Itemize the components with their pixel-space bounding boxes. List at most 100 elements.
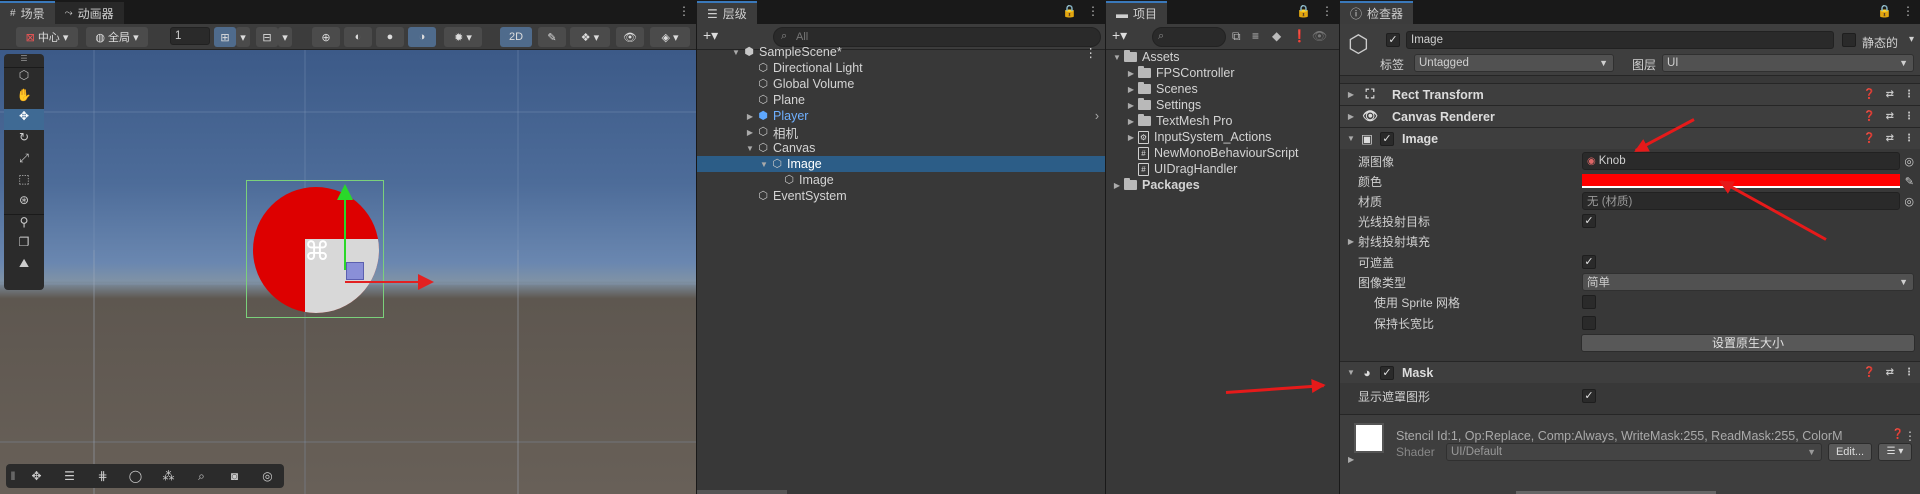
object-picker-icon[interactable]: ◎ <box>1904 155 1914 168</box>
nodes-icon[interactable]: ⁂ <box>152 469 185 483</box>
more-icon[interactable]: ⋮ <box>1904 429 1916 443</box>
expand-icon[interactable]: ▶ <box>1346 90 1356 99</box>
component-canvas-renderer[interactable]: ▶ 👁 Canvas Renderer ❓ ⇄ ⋮ <box>1340 105 1920 127</box>
view-cube-icon[interactable]: ⬡ <box>4 68 44 88</box>
project-row[interactable]: ▶ TextMesh Pro <box>1106 113 1339 129</box>
add-dropdown[interactable]: +▾ <box>703 27 718 44</box>
tab-scene[interactable]: # 场景 <box>0 1 55 24</box>
image-type-dropdown[interactable]: 简单 ▼ <box>1582 273 1914 291</box>
collapse-icon[interactable]: ▼ <box>731 48 741 57</box>
lock-icon[interactable]: 🔒 <box>1062 4 1077 18</box>
image-enabled-checkbox[interactable]: ✓ <box>1380 131 1394 146</box>
expand-icon[interactable]: ▶ <box>745 112 755 121</box>
expand-icon[interactable]: ▶ <box>1126 117 1136 126</box>
mode-2d-toggle[interactable]: 2D <box>500 27 532 47</box>
more-icon[interactable]: ⋮ <box>1904 367 1914 378</box>
layers-dropdown[interactable]: ◈ ▾ <box>650 27 690 47</box>
tag-icon[interactable]: ◆ <box>1272 29 1281 43</box>
camera-icon[interactable]: ◙ <box>218 469 251 483</box>
filter-type-icon[interactable]: ⧉ <box>1232 29 1241 44</box>
help-icon[interactable]: ❓ <box>1863 89 1875 100</box>
hierarchy-row[interactable]: ▶ ⬡ 相机 <box>697 124 1105 141</box>
object-name-field[interactable]: Image <box>1406 31 1834 49</box>
help-icon[interactable]: ❓ <box>1863 111 1875 122</box>
chevron-right-icon[interactable]: › <box>1095 109 1099 123</box>
hand-tool-icon[interactable]: ✋ <box>4 88 44 109</box>
help-icon[interactable]: ❓ <box>1863 367 1875 378</box>
align-icon[interactable]: ☰ <box>53 469 86 483</box>
eye-icon[interactable]: 👁 <box>1312 29 1327 43</box>
help-icon[interactable]: ❓ <box>1863 133 1875 144</box>
project-row[interactable]: ▶ Scenes <box>1106 81 1339 97</box>
project-row[interactable]: # NewMonoBehaviourScript <box>1106 145 1339 161</box>
component-rect-transform[interactable]: ▶ ⛶ Rect Transform ❓ ⇄ ⋮ <box>1340 83 1920 105</box>
set-native-size-button[interactable]: 设置原生大小 <box>1581 334 1915 352</box>
x-axis-handle[interactable] <box>345 281 419 283</box>
collapse-icon[interactable]: ▼ <box>745 144 755 153</box>
more-icon[interactable]: ⋮ <box>678 4 690 18</box>
hierarchy-row[interactable]: ⬡ Image <box>697 172 1105 188</box>
debug-dropdown[interactable]: ✹ ▾ <box>444 27 482 47</box>
prop-raycast-padding[interactable]: ▶ 射线投射填充 <box>1340 231 1920 251</box>
shading-shaded-button[interactable]: ● <box>376 27 404 47</box>
terrain-tool-icon[interactable]: ⛰ <box>4 256 44 277</box>
collapse-icon[interactable]: ▼ <box>759 160 769 169</box>
y-axis-handle[interactable] <box>344 192 346 270</box>
component-mask[interactable]: ▼ ◕ ✓ Mask ❓ ⇄ ⋮ <box>1340 361 1920 383</box>
expand-icon[interactable]: ▶ <box>1346 112 1356 121</box>
hierarchy-scrollbar[interactable] <box>697 490 787 494</box>
presets-icon[interactable]: ⇄ <box>1886 89 1894 100</box>
scene-viewport[interactable]: ⌘ ☰ ⬡ ✋ ✥ ↻ ⤢ ⬚ ⊛ ⚲ ❐ ⛰ ‖ ✥ ☰ ⋕ ◯ ⁂ ⌕ ◙ … <box>0 50 696 494</box>
tab-animator[interactable]: ⤳ 动画器 <box>54 2 124 24</box>
presets-icon[interactable]: ⇄ <box>1886 133 1894 144</box>
move-tool-icon[interactable]: ✥ <box>4 109 44 130</box>
collapse-icon[interactable]: ▼ <box>1346 368 1356 377</box>
more-icon[interactable]: ⋮ <box>1904 111 1914 122</box>
collapse-icon[interactable]: ▼ <box>1112 53 1122 62</box>
overlay-handle-icon[interactable]: ‖ <box>6 469 20 483</box>
transform-tool-icon[interactable]: ⊛ <box>4 193 44 214</box>
expand-icon[interactable]: ▶ <box>1126 69 1136 78</box>
expand-icon[interactable]: ▶ <box>1346 237 1356 246</box>
pivot-dropdown[interactable]: ⊠ 中心 ▾ <box>16 27 78 47</box>
hierarchy-row[interactable]: ▼ ⬡ Canvas <box>697 140 1105 156</box>
grid-snap-input[interactable]: 1 <box>170 27 210 45</box>
compass-icon[interactable]: ◎ <box>251 469 284 483</box>
filter-label-icon[interactable]: ≡ <box>1252 29 1259 43</box>
hierarchy-row[interactable]: ⬡ Global Volume <box>697 76 1105 92</box>
tab-inspector[interactable]: ⓘ 检查器 <box>1340 1 1414 24</box>
effects-dropdown[interactable]: ❖ ▾ <box>570 27 610 47</box>
hierarchy-row[interactable]: ⬡ Plane <box>697 92 1105 108</box>
tab-project[interactable]: ▬ 项目 <box>1106 1 1168 24</box>
snap-toggle[interactable]: ⊞ <box>214 27 236 47</box>
more-icon[interactable]: ⋮ <box>1085 45 1098 60</box>
rect-tool-icon[interactable]: ⬚ <box>4 172 44 193</box>
snap-grid-icon[interactable]: ⋕ <box>86 469 119 483</box>
mask-enabled-checkbox[interactable]: ✓ <box>1380 365 1394 380</box>
project-row[interactable]: ▶ Settings <box>1106 97 1339 113</box>
presets-icon[interactable]: ⇄ <box>1886 111 1894 122</box>
object-picker-icon[interactable]: ◎ <box>1904 195 1914 208</box>
use-sprite-mesh-checkbox[interactable] <box>1582 295 1596 309</box>
project-row-packages[interactable]: ▶ Packages <box>1106 177 1339 193</box>
shader-dropdown[interactable]: UI/Default ▼ <box>1446 443 1822 461</box>
static-checkbox[interactable] <box>1842 33 1856 47</box>
maskable-checkbox[interactable]: ✓ <box>1582 255 1596 269</box>
hierarchy-row[interactable]: ⬡ EventSystem <box>697 188 1105 204</box>
tag-dropdown[interactable]: Untagged ▼ <box>1414 54 1614 72</box>
tool-handle[interactable]: ☰ <box>4 54 44 68</box>
help-icon[interactable]: ❓ <box>1892 429 1904 440</box>
expand-icon[interactable]: ▶ <box>1348 455 1354 464</box>
custom-tool-icon[interactable]: ⚲ <box>4 214 44 235</box>
grid-toggle[interactable]: ⊟ <box>256 27 278 47</box>
shader-options-dropdown[interactable]: ☰ ▾ <box>1878 443 1912 461</box>
project-row-assets[interactable]: ▼ Assets <box>1106 49 1339 65</box>
project-row[interactable]: ▶ FPSController <box>1106 65 1339 81</box>
overlay-tool-icon[interactable]: ❐ <box>4 235 44 256</box>
show-mask-graphic-checkbox[interactable]: ✓ <box>1582 389 1596 403</box>
lighting-toggle[interactable]: ✎ <box>538 27 566 47</box>
presets-icon[interactable]: ⇄ <box>1886 367 1894 378</box>
add-dropdown[interactable]: +▾ <box>1112 27 1127 44</box>
grid-dropdown[interactable]: ▾ <box>278 27 292 47</box>
active-checkbox[interactable]: ✓ <box>1386 33 1400 47</box>
